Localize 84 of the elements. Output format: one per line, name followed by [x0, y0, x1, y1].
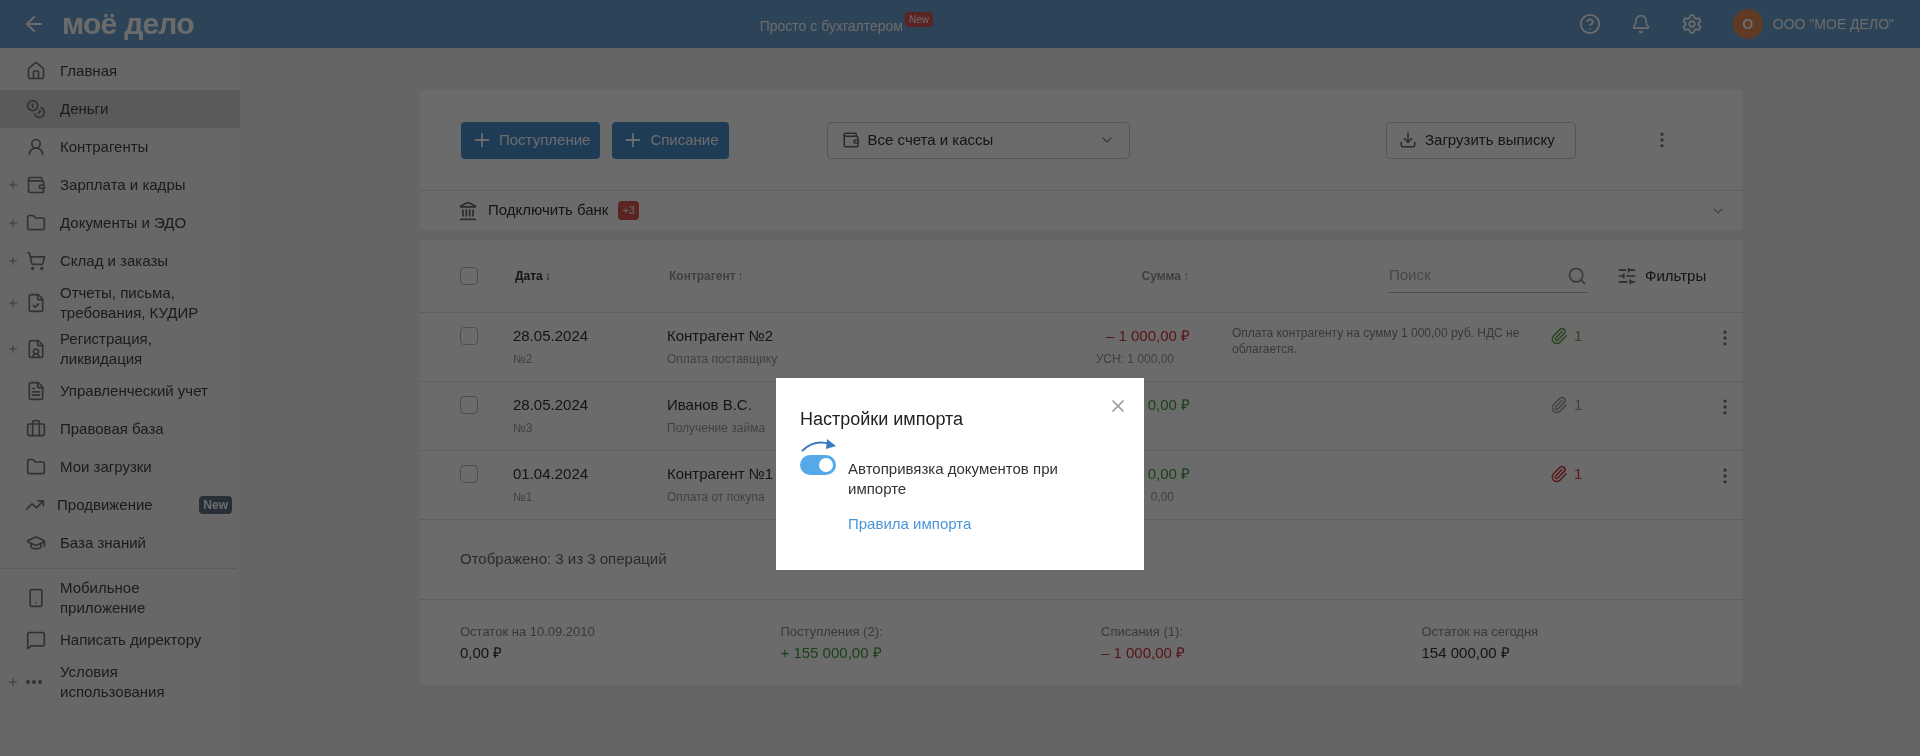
person-icon	[26, 137, 46, 157]
filters-button[interactable]: Фильтры	[1617, 264, 1707, 288]
total-value: + 155 000,00 ₽	[780, 642, 883, 663]
operation-amount: – 1 000,00 ₽	[1105, 326, 1190, 346]
shown-count: Отображено: 3 из 3 операций	[460, 549, 667, 570]
contractor-name: Контрагент №2	[667, 326, 775, 346]
income-button[interactable]: Поступление	[461, 121, 601, 159]
new-badge: New	[904, 11, 933, 27]
bank-icon	[458, 200, 478, 221]
download-icon	[1399, 131, 1417, 149]
file-user-icon	[26, 339, 46, 359]
cart-icon	[26, 251, 46, 271]
sidebar-label: Главная	[60, 61, 119, 81]
file-check-icon	[26, 293, 46, 313]
coins-icon	[26, 99, 46, 119]
folder-icon	[26, 213, 46, 233]
help-icon[interactable]	[1578, 13, 1601, 35]
new-badge: New	[199, 496, 232, 514]
expense-button[interactable]: Списание	[612, 121, 729, 159]
operation-amount: 0,00 ₽	[1147, 464, 1190, 484]
wallet-icon	[26, 175, 46, 195]
sidebar-label: Зарплата и кадры	[60, 175, 187, 195]
document-icon	[26, 381, 46, 401]
import-rules-link[interactable]: Правила импорта	[848, 513, 972, 536]
folder-icon	[26, 457, 46, 477]
phone-icon	[26, 588, 46, 608]
total-value: 0,00 ₽	[460, 642, 504, 663]
search-icon[interactable]	[1567, 265, 1587, 286]
operation-amount: 0,00 ₽	[1147, 395, 1190, 415]
sidebar-label: Деньги	[60, 99, 110, 119]
sidebar-item[interactable]: Деньги	[0, 90, 240, 128]
operation-date: 28.05.2024	[513, 395, 590, 415]
row-checkbox[interactable]	[460, 327, 478, 345]
sidebar-label: Регистрация, ликвидация	[60, 329, 153, 369]
account-select[interactable]: Все счета и кассы	[826, 121, 1130, 159]
expand-icon[interactable]	[7, 297, 19, 309]
autolink-toggle[interactable]	[800, 455, 836, 475]
operation-date: 01.04.2024	[513, 464, 590, 484]
briefcase-icon	[26, 419, 46, 439]
sidebar-label: Склад и заказы	[60, 251, 170, 271]
attachment-count: 1	[1574, 464, 1583, 484]
total-value: – 1 000,00 ₽	[1101, 642, 1187, 663]
sidebar-label: Условия использования	[60, 662, 166, 702]
paperclip-icon[interactable]	[1550, 396, 1568, 415]
expand-icon[interactable]	[7, 676, 19, 688]
expand-icon[interactable]	[7, 255, 19, 267]
sidebar-label: Документы и ЭДО	[60, 213, 188, 233]
sidebar-label: База знаний	[60, 533, 147, 553]
contractor-name: Иванов В.С.	[667, 395, 753, 415]
message-icon	[26, 630, 46, 650]
connect-bank-link[interactable]: Подключить банк	[488, 199, 609, 222]
avatar[interactable]: О	[1732, 9, 1763, 39]
paperclip-icon[interactable]	[1550, 465, 1568, 484]
sidebar-label: Правовая база	[60, 419, 165, 439]
row-checkbox[interactable]	[460, 465, 478, 483]
total-value: 154 000,00 ₽	[1421, 642, 1511, 663]
bell-icon[interactable]	[1630, 14, 1651, 34]
sidebar-label: Отчеты, письма, требования, КУДИР	[60, 283, 200, 323]
wallet-icon	[841, 131, 860, 149]
expand-icon[interactable]	[7, 179, 19, 191]
row-checkbox[interactable]	[460, 396, 478, 414]
attachment-count: 1	[1574, 326, 1583, 346]
dots-icon	[26, 680, 42, 684]
dialog-title: Настройки импорта	[800, 408, 965, 431]
operation-date: 28.05.2024	[513, 326, 590, 346]
contractor-name: Контрагент №1	[667, 464, 775, 484]
curved-arrow-icon	[800, 439, 838, 453]
sidebar-label: Мои загрузки	[60, 457, 153, 477]
bank-count-badge: +3	[618, 201, 639, 220]
column-header[interactable]: Дата ↓	[515, 267, 662, 285]
graduation-cap-icon	[26, 533, 46, 553]
expand-icon[interactable]	[7, 343, 19, 355]
filters-icon	[1617, 266, 1637, 286]
expand-icon[interactable]	[7, 217, 19, 229]
upload-button[interactable]: Загрузить выписку	[1386, 121, 1576, 159]
sidebar-label: Мобильное приложение	[60, 578, 147, 618]
home-icon	[26, 61, 46, 81]
toggle-label: Автопривязка документов при импорте	[848, 459, 1059, 499]
select-all-checkbox[interactable]	[460, 267, 478, 285]
sidebar-label: Написать директору	[60, 630, 203, 650]
sidebar-label: Контрагенты	[60, 137, 150, 157]
paperclip-icon[interactable]	[1550, 327, 1568, 346]
settings-icon[interactable]	[1680, 13, 1703, 35]
sidebar-label: Управленческий учет	[60, 381, 209, 401]
